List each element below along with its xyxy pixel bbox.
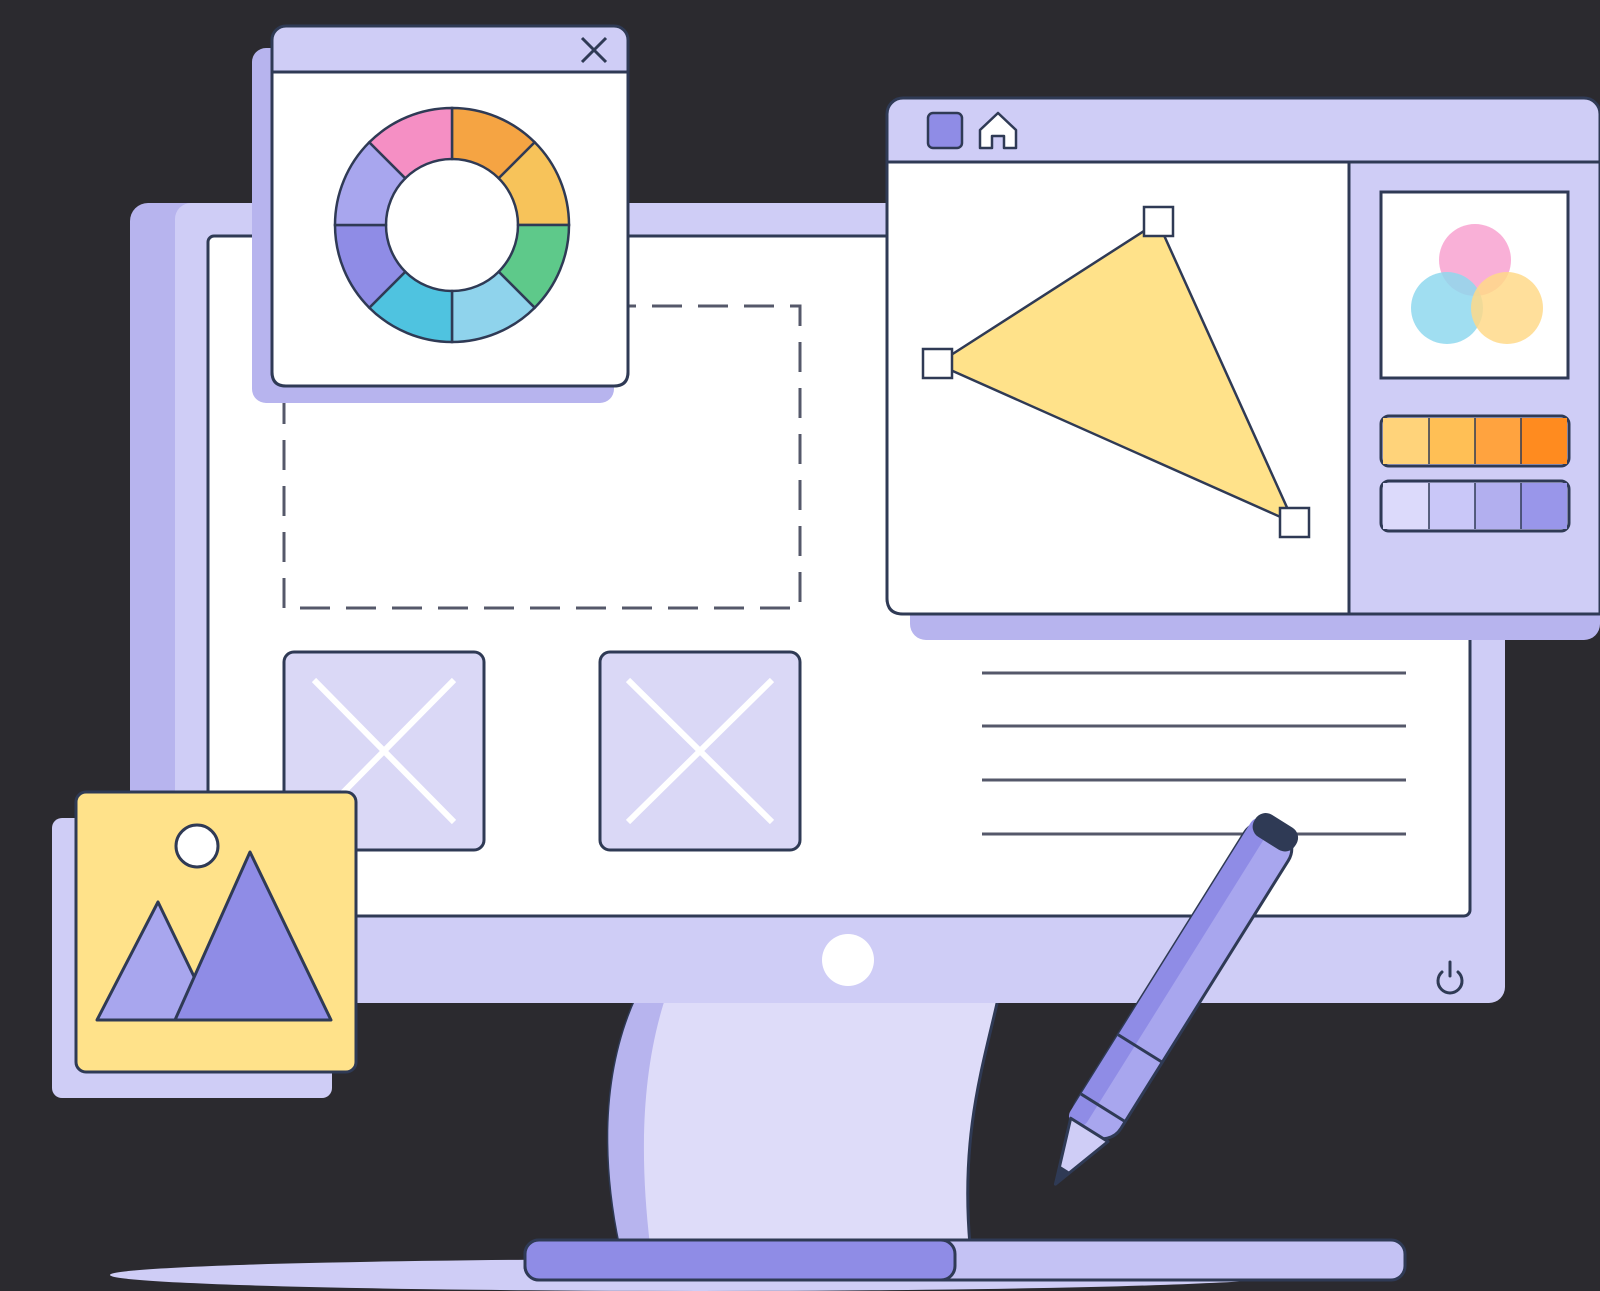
- color-swatch[interactable]: [1475, 418, 1521, 464]
- monitor-webcam: [822, 934, 874, 986]
- color-swatch[interactable]: [1383, 418, 1429, 464]
- swatch-row-warm[interactable]: [1379, 414, 1571, 468]
- square-icon[interactable]: [926, 111, 964, 150]
- anchor-handle[interactable]: [1278, 506, 1311, 539]
- stand-base-top: [523, 1238, 957, 1282]
- vector-editor-window: [885, 96, 1600, 640]
- anchor-handle[interactable]: [921, 347, 954, 380]
- image-card[interactable]: [52, 790, 358, 1098]
- color-swatch[interactable]: [1429, 483, 1475, 529]
- stand-neck: [606, 988, 1002, 1247]
- color-wheel-window: [252, 24, 630, 403]
- swatch-row-cool[interactable]: [1379, 479, 1571, 533]
- design-illustration: [52, 24, 1600, 1291]
- color-swatch[interactable]: [1429, 418, 1475, 464]
- anchor-handle[interactable]: [1142, 205, 1175, 238]
- color-swatch[interactable]: [1383, 483, 1429, 529]
- image-placeholder[interactable]: [598, 650, 802, 852]
- venn-circle: [1471, 272, 1543, 344]
- color-swatch[interactable]: [1521, 418, 1567, 464]
- color-mix-preview: [1379, 190, 1570, 380]
- color-swatch[interactable]: [1521, 483, 1567, 529]
- color-swatch[interactable]: [1475, 483, 1521, 529]
